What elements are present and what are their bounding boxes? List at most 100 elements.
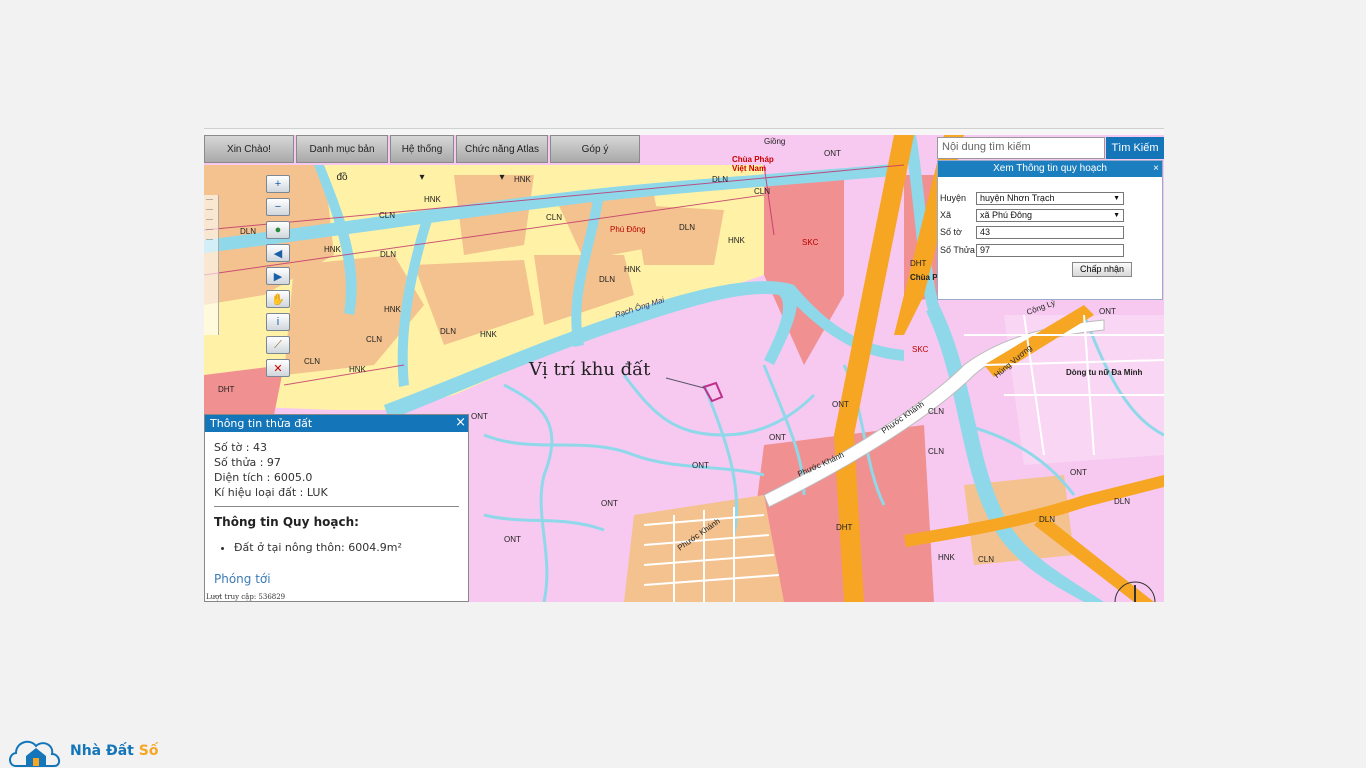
code-hnk-7: HNK: [349, 365, 366, 374]
chua-p-label: Chùa P: [910, 273, 938, 282]
code-ont-7: ONT: [1099, 307, 1116, 316]
scale-tick: —: [206, 236, 213, 243]
caret-down-icon: ▾: [499, 172, 505, 183]
parcel-panel-header: Thông tin thửa đất ×: [205, 415, 468, 432]
clear-icon[interactable]: ✕: [266, 359, 290, 377]
menu-system[interactable]: Hệ thống ▾: [390, 135, 454, 183]
code-cln-8: CLN: [978, 555, 995, 564]
code-hnk-8: HNK: [728, 236, 745, 245]
map-application[interactable]: Chùa Pháp Việt Nam Phú Đông Dòng tu nữ Đa…: [204, 135, 1164, 602]
brand-watermark: Nhà Đất Số: [8, 734, 158, 768]
code-ont-6: ONT: [832, 400, 849, 409]
chevron-down-icon: ▼: [1113, 194, 1120, 202]
parcel-panel-body: Số tờ : 43 Số thửa : 97 Diện tích : 6005…: [205, 432, 468, 586]
code-hnk-5: HNK: [624, 265, 641, 274]
menu-map-catalog[interactable]: Danh mục bản đồ: [296, 135, 388, 183]
parcel-number-text: Số thửa : 97: [214, 456, 281, 469]
parcel-number-field[interactable]: 97: [976, 243, 1124, 257]
code-cln-7: CLN: [928, 447, 945, 456]
sheet-number-field[interactable]: 43: [976, 225, 1124, 239]
code-dln-1: DLN: [240, 227, 257, 236]
code-cln-1: CLN: [379, 211, 396, 220]
visit-counter: Lượt truy cập: 536829: [206, 593, 286, 601]
planning-lookup-panel: Xem Thông tin quy hoạch × Huyện huyện Nh…: [937, 160, 1163, 300]
code-ont-9: ONT: [824, 149, 841, 158]
info-icon[interactable]: i: [266, 313, 290, 331]
code-cln-6: CLN: [928, 407, 945, 416]
parcel-info-panel: Thông tin thửa đất × Số tờ : 43 Số thửa …: [204, 414, 469, 602]
code-ont-2: ONT: [769, 433, 786, 442]
scale-tick: —: [206, 196, 213, 203]
code-dht-2: DHT: [836, 523, 853, 532]
code-dln-5: DLN: [440, 327, 457, 336]
planning-heading: Thông tin Quy hoạch:: [214, 515, 359, 529]
scale-tick: —: [206, 206, 213, 213]
chevron-down-icon: ▼: [1113, 211, 1120, 219]
site-location-annotation: Vị trí khu đất: [529, 359, 651, 380]
pan-right-icon[interactable]: ▶: [266, 267, 290, 285]
code-cln-3: CLN: [366, 335, 383, 344]
district-value: huyện Nhơn Trạch: [980, 192, 1055, 203]
code-hnk-9: HNK: [938, 553, 955, 562]
land-type-text: Kí hiệu loại đất : LUK: [214, 486, 328, 499]
code-dln-2: DLN: [380, 250, 397, 259]
map-tool-column: + − ● ◀ ▶ ✋ i ⟋ ✕: [266, 175, 292, 382]
pan-left-icon[interactable]: ◀: [266, 244, 290, 262]
brand-name: Nhà Đất Số: [70, 743, 159, 759]
code-hnk-3: HNK: [324, 245, 341, 254]
menu-system-label: Hệ thống: [401, 144, 443, 155]
code-hnk-1: HNK: [514, 175, 531, 184]
close-icon[interactable]: ×: [1153, 161, 1159, 177]
code-dht-1: DHT: [218, 385, 235, 394]
zoom-to-link[interactable]: Phóng tới: [214, 572, 459, 586]
code-cln-4: CLN: [546, 213, 563, 222]
code-hnk-2: HNK: [424, 195, 441, 204]
commune-label: Xã: [940, 210, 952, 220]
globe-icon[interactable]: ●: [266, 221, 290, 239]
commune-select[interactable]: xã Phú Đông ▼: [976, 208, 1124, 222]
search-button[interactable]: Tìm Kiếm: [1106, 137, 1164, 159]
menu-feedback[interactable]: Góp ý: [550, 135, 640, 163]
menu-atlas-functions[interactable]: Chức năng Atlas ▾: [456, 135, 548, 183]
search-input[interactable]: Nội dung tìm kiếm: [937, 137, 1105, 159]
code-hnk-4: HNK: [384, 305, 401, 314]
pagoda-label: Chùa Pháp Việt Nam: [732, 155, 774, 173]
district-select[interactable]: huyện Nhơn Trạch ▼: [976, 191, 1124, 205]
code-cln-2: CLN: [304, 357, 321, 366]
code-dln-8: DLN: [1039, 515, 1056, 524]
accept-button[interactable]: Chấp nhận: [1072, 262, 1132, 277]
menu-atlas-label: Chức năng Atlas: [465, 144, 539, 155]
parcel-row: Số Thửa 97: [940, 243, 1124, 257]
code-hnk-6: HNK: [480, 330, 497, 339]
scale-tick: —: [206, 216, 213, 223]
scale-ruler[interactable]: — — — — —: [204, 195, 219, 335]
planning-panel-title-text: Xem Thông tin quy hoạch: [993, 163, 1107, 174]
menu-greeting[interactable]: Xin Chào!: [204, 135, 294, 163]
zoom-out-icon[interactable]: −: [266, 198, 290, 216]
code-ont-3: ONT: [692, 461, 709, 470]
code-ont-5: ONT: [504, 535, 521, 544]
main-menu-bar: Xin Chào! Danh mục bản đồ Hệ thống ▾ Chứ…: [204, 135, 640, 183]
code-ont-1: ONT: [471, 412, 488, 421]
measure-icon[interactable]: ⟋: [266, 336, 290, 354]
code-dln-6: DLN: [599, 275, 616, 284]
sheet-row: Số tờ 43: [940, 225, 1124, 239]
code-ont-8: ONT: [1070, 468, 1087, 477]
code-ont-4: ONT: [601, 499, 618, 508]
code-cln-5: CLN: [754, 187, 771, 196]
code-dln-4: DLN: [679, 223, 696, 232]
area-text: Diện tích : 6005.0: [214, 471, 313, 484]
phu-dong-label: Phú Đông: [610, 225, 646, 234]
hand-icon[interactable]: ✋: [266, 290, 290, 308]
zoom-in-icon[interactable]: +: [266, 175, 290, 193]
caret-down-icon: ▾: [419, 172, 425, 183]
scale-tick: —: [206, 226, 213, 233]
district-row: Huyện huyện Nhơn Trạch ▼: [940, 191, 1124, 205]
house-cloud-logo-icon: [9, 740, 60, 767]
compass-icon: [1114, 581, 1156, 602]
sheet-label: Số tờ: [940, 227, 962, 237]
code-dht-3: DHT: [910, 259, 927, 268]
code-skc-2: SKC: [912, 345, 929, 354]
close-icon[interactable]: ×: [455, 414, 466, 431]
district-label: Huyện: [940, 193, 967, 203]
